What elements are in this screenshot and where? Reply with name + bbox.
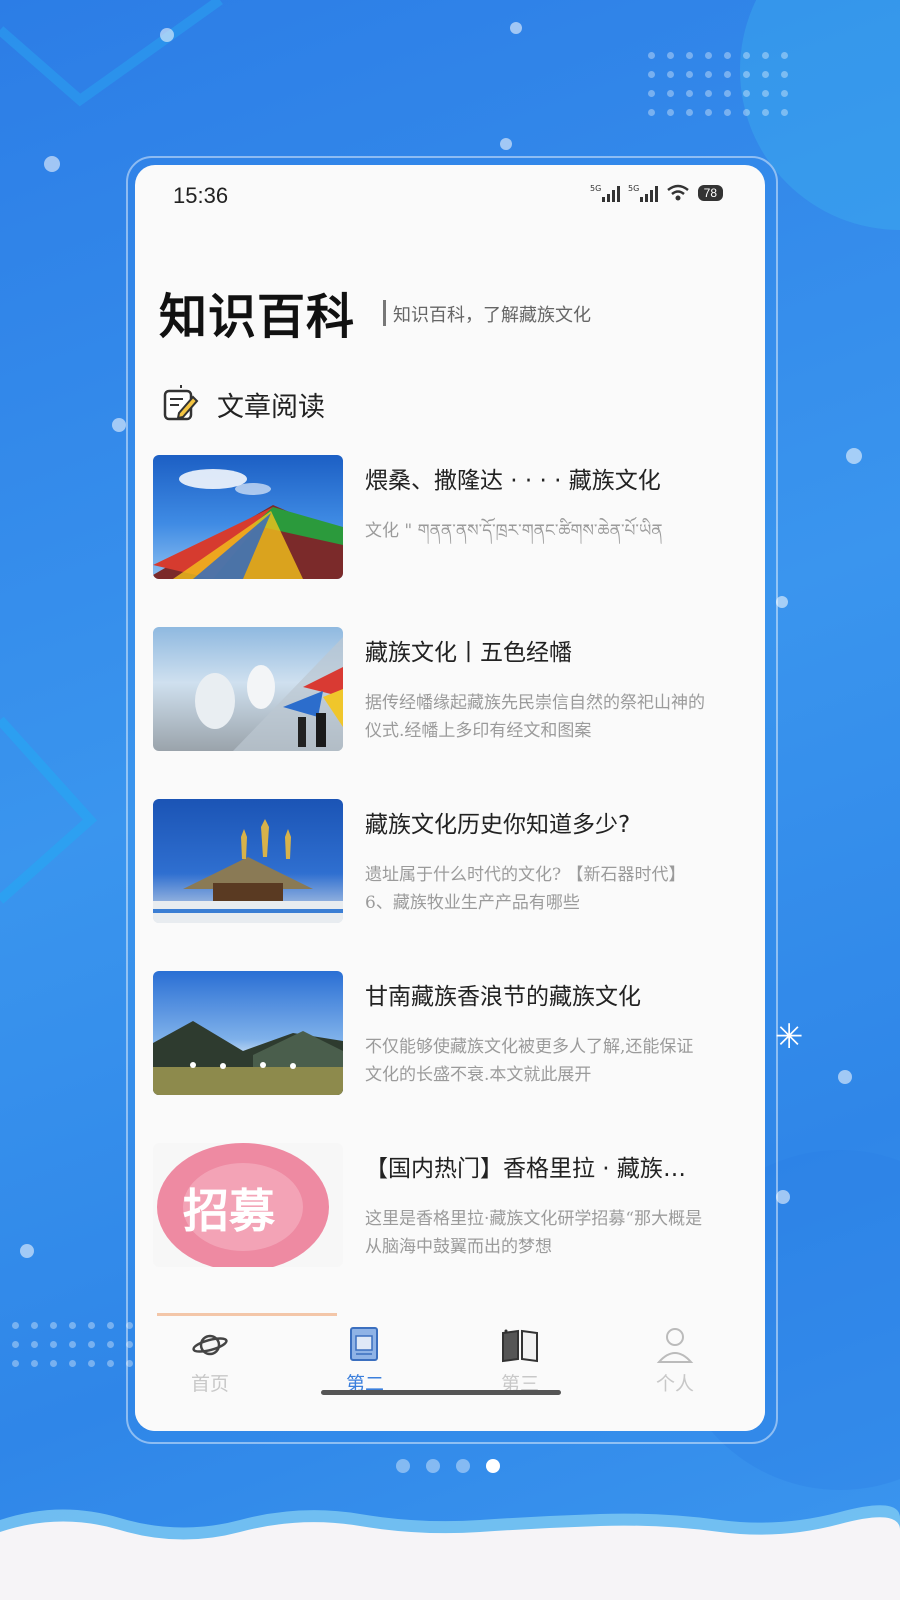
signal-5g-icon: 5G	[628, 184, 658, 202]
status-bar: 15:36 5G 5G 78	[135, 165, 765, 227]
wifi-icon	[666, 184, 689, 201]
article-text: 藏族文化丨五色经幡 据传经幡缘起藏族先民崇信自然的祭祀山神的仪式.经幡上多印有经…	[365, 627, 705, 799]
article-desc: 这里是香格里拉·藏族文化研学招募“那大概是从脑海中鼓翼而出的梦想	[365, 1209, 703, 1257]
battery-icon: 78	[697, 185, 723, 201]
article-desc: 据传经幡缘起藏族先民崇信自然的祭祀山神的仪式.经幡上多印有经文和图案	[365, 693, 705, 741]
article-text: 甘南藏族香浪节的藏族文化 不仅能够使藏族文化被更多人了解,还能保证文化的长盛不衰…	[365, 971, 705, 1143]
tab-accent-line	[157, 1313, 337, 1316]
article-title: 藏族文化历史你知道多少?	[365, 812, 631, 838]
section-title: 文章阅读	[217, 391, 325, 423]
signal-5g-icon: 5G	[590, 184, 620, 202]
article-item[interactable]: 藏族文化丨五色经幡 据传经幡缘起藏族先民崇信自然的祭祀山神的仪式.经幡上多印有经…	[153, 627, 713, 799]
open-book-icon	[502, 1329, 538, 1363]
person-icon	[656, 1328, 694, 1363]
page-dot	[426, 1459, 440, 1473]
planet-icon	[192, 1334, 228, 1356]
page-subtitle: 知识百科，了解藏族文化	[393, 305, 591, 326]
article-item[interactable]: 藏族文化历史你知道多少? 遗址属于什么时代的文化? 【新石器时代】6、藏族牧业生…	[153, 799, 713, 971]
tab-bar: 首页 第二 第三 个人	[135, 1313, 765, 1431]
article-thumbnail	[153, 971, 343, 1095]
article-item[interactable]: 煨桑、撒隆达 · · · · 藏族文化 文化 " གནན་ནས་དོ་ཁྲར་ག…	[153, 455, 713, 627]
tab-third[interactable]: 第三	[460, 1325, 580, 1396]
article-title: 藏族文化丨五色经幡	[365, 640, 572, 666]
article-thumbnail	[153, 799, 343, 923]
tab-second[interactable]: 第二	[305, 1325, 425, 1396]
article-text: 藏族文化历史你知道多少? 遗址属于什么时代的文化? 【新石器时代】6、藏族牧业生…	[365, 799, 705, 971]
article-item[interactable]: 招募 【国内热门】香格里拉 · 藏族文化研学 这里是香格里拉·藏族文化研学招募“…	[153, 1143, 713, 1315]
phone-screen: 15:36 5G 5G 78 知识百科 知识百科，了解藏族文化 文章阅读 煨桑、…	[135, 165, 765, 1431]
bubble	[500, 138, 512, 150]
article-title: 甘南藏族香浪节的藏族文化	[365, 984, 641, 1010]
status-icons: 5G 5G 78	[590, 183, 723, 203]
page-dot	[396, 1459, 410, 1473]
bubble	[776, 1190, 790, 1204]
bottom-wave	[0, 1505, 900, 1600]
article-title: 煨桑、撒隆达 · · · · 藏族文化	[365, 468, 661, 494]
svg-text:✳: ✳	[775, 1017, 804, 1057]
book-doc-icon	[350, 1327, 378, 1361]
article-thumbnail	[153, 455, 343, 579]
bubble	[112, 418, 126, 432]
page-indicator	[396, 1459, 500, 1473]
page-title: 知识百科	[159, 289, 356, 345]
article-list: 煨桑、撒隆达 · · · · 藏族文化 文化 " གནན་ནས་དོ་ཁྲར་ག…	[153, 455, 713, 1315]
home-indicator	[321, 1390, 561, 1395]
title-divider	[383, 300, 386, 326]
svg-text:5G: 5G	[590, 184, 601, 193]
edit-note-icon	[163, 385, 199, 421]
article-text: 【国内热门】香格里拉 · 藏族文化研学 这里是香格里拉·藏族文化研学招募“那大概…	[365, 1143, 705, 1315]
svg-text:5G: 5G	[628, 184, 639, 193]
bubble	[20, 1244, 34, 1258]
page-dot-active	[486, 1459, 500, 1473]
article-item[interactable]: 甘南藏族香浪节的藏族文化 不仅能够使藏族文化被更多人了解,还能保证文化的长盛不衰…	[153, 971, 713, 1143]
article-desc: 文化 " གནན་ནས་དོ་ཁྲར་གནང་ཚིགས་ཆེན་པོ་ཡིན	[365, 521, 663, 541]
article-text: 煨桑、撒隆达 · · · · 藏族文化 文化 " གནན་ནས་དོ་ཁྲར་ག…	[365, 455, 705, 627]
article-title: 【国内热门】香格里拉 · 藏族文化研学	[365, 1156, 705, 1182]
page-dot	[456, 1459, 470, 1473]
dot-grid-top	[648, 52, 788, 116]
tab-profile[interactable]: 个人	[615, 1325, 735, 1396]
article-thumbnail: 招募	[153, 1143, 343, 1267]
article-desc: 不仅能够使藏族文化被更多人了解,还能保证文化的长盛不衰.本文就此展开	[365, 1037, 694, 1085]
tab-label: 个人	[655, 1373, 694, 1395]
tab-home[interactable]: 首页	[150, 1325, 270, 1396]
bubble	[846, 448, 862, 464]
bubble	[160, 28, 174, 42]
svg-text:招募: 招募	[183, 1184, 276, 1238]
bubble	[838, 1070, 852, 1084]
section-header: 文章阅读	[159, 383, 325, 425]
tab-label: 首页	[190, 1373, 229, 1395]
bubble	[44, 156, 60, 172]
article-desc: 遗址属于什么时代的文化? 【新石器时代】6、藏族牧业生产产品有哪些	[365, 865, 686, 913]
status-time: 15:36	[173, 183, 229, 208]
article-thumbnail	[153, 627, 343, 751]
bubble	[510, 22, 522, 34]
